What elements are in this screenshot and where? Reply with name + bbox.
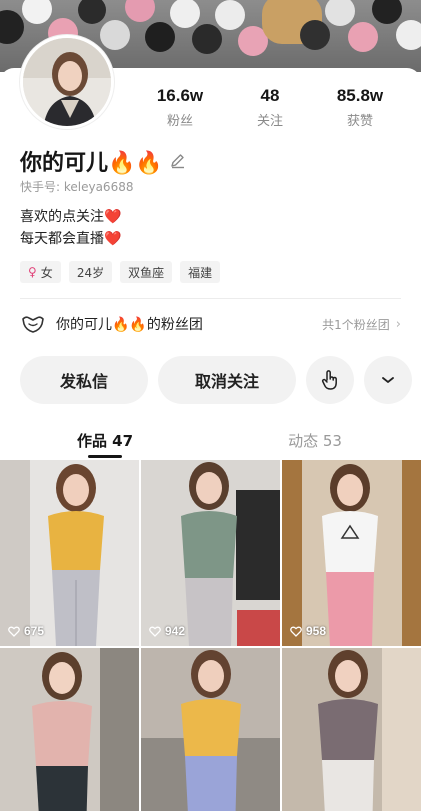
more-button[interactable]	[364, 356, 412, 404]
fan-group-info: 你的可儿🔥🔥的粉丝团	[20, 314, 203, 334]
video-cover	[0, 648, 139, 811]
fan-group-icon	[22, 316, 44, 333]
poke-button[interactable]	[306, 356, 354, 404]
send-message-button[interactable]: 发私信	[20, 356, 148, 404]
heart-outline-icon	[149, 626, 161, 637]
name-row: 你的可儿🔥🔥	[20, 145, 187, 177]
like-count: 942	[149, 624, 185, 638]
stat-label: 粉丝	[166, 114, 193, 129]
fan-group-row[interactable]: 你的可儿🔥🔥的粉丝团 共1个粉丝团 ›	[20, 312, 401, 336]
fan-group-label: 你的可儿🔥🔥的粉丝团	[56, 317, 203, 333]
stat-label: 关注	[256, 114, 283, 129]
like-count: 958	[290, 624, 326, 638]
like-count: 675	[8, 624, 44, 638]
video-cover	[0, 460, 139, 646]
fan-group-count-text: 共1个粉丝团	[322, 317, 390, 332]
profile-name: 你的可儿🔥🔥	[20, 151, 163, 176]
tab-label: 动态 53	[288, 432, 342, 450]
like-count-text: 958	[306, 624, 327, 638]
stat-value: 48	[260, 86, 280, 105]
tab-label: 作品 47	[76, 432, 134, 450]
stat-likes[interactable]: 85.8w 获赞	[315, 86, 405, 129]
action-bar: 发私信 取消关注	[20, 356, 412, 404]
like-count-text: 675	[24, 624, 45, 638]
avatar[interactable]	[20, 35, 114, 129]
tab-indicator	[88, 455, 122, 458]
unfollow-button[interactable]: 取消关注	[158, 356, 296, 404]
hand-tap-icon	[321, 370, 337, 390]
bio-line: 每天都会直播❤️	[20, 228, 121, 250]
tab-works[interactable]: 作品 47	[0, 424, 210, 460]
profile-tags: ♀ 女 24岁 双鱼座 福建	[20, 261, 221, 283]
divider	[20, 298, 401, 299]
heart-outline-icon	[290, 626, 302, 637]
video-thumbnail[interactable]	[282, 648, 421, 811]
stat-label: 获赞	[346, 114, 373, 129]
video-thumbnail[interactable]: 675	[0, 460, 139, 646]
chevron-down-icon	[382, 377, 394, 383]
bio-text: 喜欢的点关注	[20, 209, 104, 225]
video-thumbnail[interactable]	[141, 648, 280, 811]
female-icon: ♀	[28, 265, 37, 279]
video-cover	[141, 648, 280, 811]
chevron-right-icon: ›	[395, 316, 401, 332]
tag-gender: ♀ 女	[20, 261, 61, 283]
tag-region: 福建	[180, 261, 221, 283]
bio: 喜欢的点关注❤️ 每天都会直播❤️	[20, 206, 121, 250]
tag-label: 女	[40, 265, 53, 280]
fan-group-count[interactable]: 共1个粉丝团 ›	[322, 316, 401, 333]
tag-age: 24岁	[68, 261, 113, 283]
kuaishou-id: 快手号: keleya6688	[20, 180, 134, 194]
tag-label: 双鱼座	[128, 265, 165, 280]
video-thumbnail[interactable]: 958	[282, 460, 421, 646]
like-count-text: 942	[165, 624, 186, 638]
tag-label: 24岁	[76, 265, 105, 280]
bio-line: 喜欢的点关注❤️	[20, 206, 121, 228]
video-thumbnail[interactable]: 942	[141, 460, 280, 646]
video-cover	[282, 460, 421, 646]
profile-stats: 16.6w 粉丝 48 关注 85.8w 获赞	[135, 86, 405, 129]
video-cover	[282, 648, 421, 811]
stat-value: 85.8w	[336, 86, 384, 105]
edit-icon[interactable]	[169, 152, 187, 170]
heart-outline-icon	[8, 626, 20, 637]
stat-following[interactable]: 48 关注	[225, 86, 315, 129]
stat-value: 16.6w	[156, 86, 204, 105]
heart-icon: ❤️	[104, 209, 122, 225]
content-tabs: 作品 47 动态 53	[0, 424, 421, 460]
video-cover	[141, 460, 280, 646]
heart-icon: ❤️	[104, 231, 122, 247]
video-grid: 675 942 958	[0, 460, 421, 811]
tag-zodiac: 双鱼座	[120, 261, 173, 283]
bio-text: 每天都会直播	[20, 231, 104, 247]
tag-label: 福建	[188, 265, 213, 280]
stat-followers[interactable]: 16.6w 粉丝	[135, 86, 225, 129]
tab-moments[interactable]: 动态 53	[210, 424, 420, 460]
video-thumbnail[interactable]	[0, 648, 139, 811]
